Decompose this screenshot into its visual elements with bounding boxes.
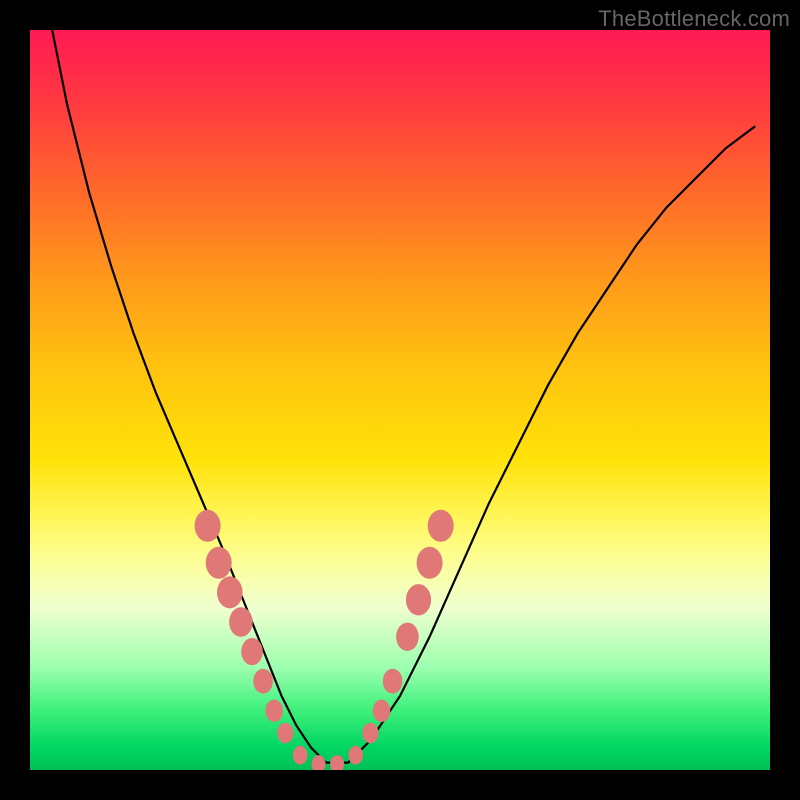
watermark-text: TheBottleneck.com	[598, 6, 790, 32]
curve-marker	[229, 607, 253, 637]
curve-marker	[428, 510, 454, 542]
curve-marker	[265, 700, 283, 722]
curve-marker	[241, 638, 263, 665]
curve-marker	[383, 669, 403, 694]
bottleneck-curve	[52, 30, 755, 763]
curve-marker	[396, 623, 419, 651]
curve-marker	[206, 547, 232, 579]
curve-marker	[277, 723, 293, 744]
curve-marker	[293, 746, 308, 765]
curve-layer	[30, 30, 770, 770]
curve-marker	[406, 584, 431, 615]
curve-marker	[417, 547, 443, 579]
curve-marker	[348, 746, 363, 765]
curve-marker	[195, 510, 221, 542]
marker-group	[195, 510, 454, 770]
curve-marker	[373, 700, 391, 722]
curve-marker	[217, 576, 243, 608]
curve-marker	[330, 755, 344, 770]
curve-marker	[312, 755, 326, 770]
curve-marker	[253, 669, 273, 694]
chart-frame: TheBottleneck.com	[0, 0, 800, 800]
curve-marker	[362, 723, 378, 744]
plot-area	[30, 30, 770, 770]
